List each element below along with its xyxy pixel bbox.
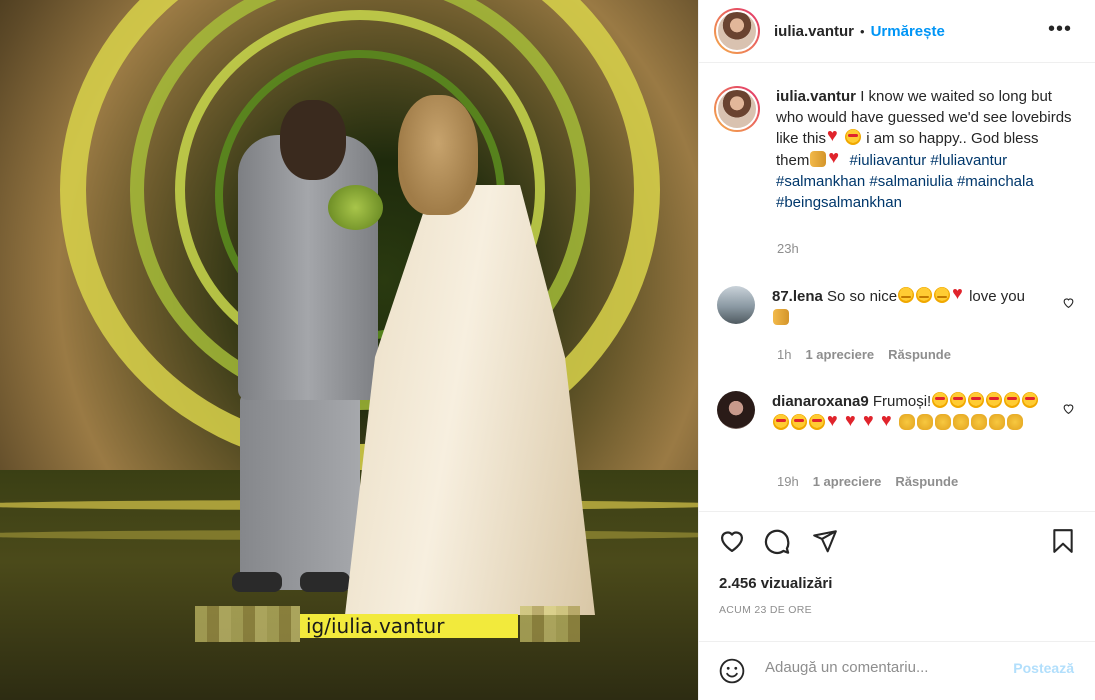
reply-button[interactable]: Răspunde <box>895 474 958 489</box>
red-heart-icon <box>827 410 843 432</box>
follow-button[interactable]: Urmărește <box>871 23 945 40</box>
comment-time[interactable]: 1h <box>777 347 791 362</box>
star-struck-icon <box>932 392 949 408</box>
clap-icon <box>953 413 969 430</box>
star-struck-icon <box>809 413 825 430</box>
clap-icon <box>971 413 987 430</box>
comment-input[interactable] <box>765 659 1005 676</box>
blurred-area <box>195 606 300 642</box>
reply-button[interactable]: Răspunde <box>888 347 951 362</box>
post-header: iulia.vantur • Urmărește ••• <box>699 0 1095 63</box>
caption: iulia.vantur I know we waited so long bu… <box>714 86 1089 213</box>
post-timestamp[interactable]: ACUM 23 DE ORE <box>719 604 812 616</box>
red-heart-icon <box>881 410 897 432</box>
sparkling-heart-icon <box>952 283 968 305</box>
hashtag-link[interactable]: #mainchala <box>957 173 1034 190</box>
commenter-avatar[interactable] <box>717 391 755 429</box>
star-struck-icon <box>968 392 985 408</box>
star-struck-icon <box>791 413 807 430</box>
red-heart-icon <box>845 410 861 432</box>
post-comment-button[interactable]: Postează <box>1013 660 1074 676</box>
post-video[interactable]: ig/iulia.vantur <box>0 0 698 700</box>
author-avatar[interactable] <box>714 8 760 54</box>
hashtag-link[interactable]: #iuliavantur <box>850 152 927 169</box>
like-comment-icon[interactable] <box>1062 402 1075 418</box>
comment-item: 87.lena So so nice love you <box>714 283 1089 329</box>
blush-icon <box>934 287 951 303</box>
comment-meta: 19h 1 apreciere Răspunde <box>777 474 958 489</box>
like-comment-icon[interactable] <box>1062 296 1075 312</box>
star-struck-icon <box>950 392 967 408</box>
man-figure <box>280 100 346 180</box>
author-username[interactable]: iulia.vantur <box>774 23 854 40</box>
star-struck-icon <box>773 413 789 430</box>
red-heart-icon <box>827 125 843 146</box>
views-count[interactable]: 2.456 vizualizări <box>719 575 832 592</box>
commenter-username[interactable]: dianaroxana9 <box>772 393 869 410</box>
clap-icon <box>899 413 915 430</box>
share-icon[interactable] <box>810 526 840 556</box>
blurred-area <box>520 606 580 642</box>
comment-body: Frumoși! <box>868 393 932 410</box>
comment-likes[interactable]: 1 apreciere <box>805 347 874 362</box>
clap-icon <box>935 413 951 430</box>
bouquet <box>328 185 383 230</box>
pray-icon <box>773 308 789 325</box>
clap-icon <box>989 413 1005 430</box>
comment-meta: 1h 1 apreciere Răspunde <box>777 347 951 362</box>
bookmark-icon[interactable] <box>1048 526 1078 556</box>
comment-text: dianaroxana9 Frumoși! <box>772 391 1042 434</box>
blush-icon <box>916 287 933 303</box>
post-sidebar: iulia.vantur • Urmărește ••• iulia.vantu… <box>698 0 1095 700</box>
post-actions: 2.456 vizualizări ACUM 23 DE ORE Posteaz… <box>699 511 1095 700</box>
comment-text: 87.lena So so nice love you <box>772 283 1042 329</box>
man-figure <box>240 395 360 590</box>
red-heart-icon <box>863 410 879 432</box>
comment-likes[interactable]: 1 apreciere <box>813 474 882 489</box>
comment-body: love you <box>969 288 1025 305</box>
clap-icon <box>917 413 933 430</box>
red-heart-icon <box>828 147 844 168</box>
star-struck-icon <box>1004 392 1021 408</box>
separator-dot: • <box>860 23 865 39</box>
video-watermark: ig/iulia.vantur <box>300 614 518 638</box>
heart-icon[interactable] <box>717 526 747 556</box>
instagram-post: ig/iulia.vantur iulia.vantur • Urmărește… <box>0 0 1095 700</box>
emoji-smile-icon[interactable] <box>719 658 745 689</box>
comment-time[interactable]: 19h <box>777 474 799 489</box>
hashtag-link[interactable]: #beingsalmankhan <box>776 194 902 211</box>
commenter-username[interactable]: 87.lena <box>772 288 823 305</box>
star-struck-icon <box>986 392 1003 408</box>
woman-figure <box>398 95 478 215</box>
more-options-icon[interactable]: ••• <box>1048 19 1072 39</box>
caption-username[interactable]: iulia.vantur <box>776 88 856 105</box>
comment-icon[interactable] <box>762 526 792 556</box>
hashtag-link[interactable]: #salmankhan <box>776 173 865 190</box>
pray-icon <box>810 150 827 167</box>
comment-item: dianaroxana9 Frumoși! <box>714 391 1089 434</box>
hashtag-link[interactable]: #salmaniulia <box>869 173 952 190</box>
caption-avatar[interactable] <box>714 86 760 132</box>
hashtag-link[interactable]: #luliavantur <box>930 152 1007 169</box>
blush-icon <box>898 287 915 303</box>
commenter-avatar[interactable] <box>717 286 755 324</box>
clap-icon <box>1007 413 1023 430</box>
man-figure <box>232 572 282 592</box>
star-struck-icon <box>845 129 862 146</box>
add-comment-bar: Postează <box>699 641 1095 700</box>
caption-text: iulia.vantur I know we waited so long bu… <box>776 86 1076 213</box>
comment-body: So so nice <box>822 288 898 305</box>
man-figure <box>300 572 350 592</box>
star-struck-icon <box>1022 392 1039 408</box>
caption-time[interactable]: 23h <box>777 241 799 256</box>
